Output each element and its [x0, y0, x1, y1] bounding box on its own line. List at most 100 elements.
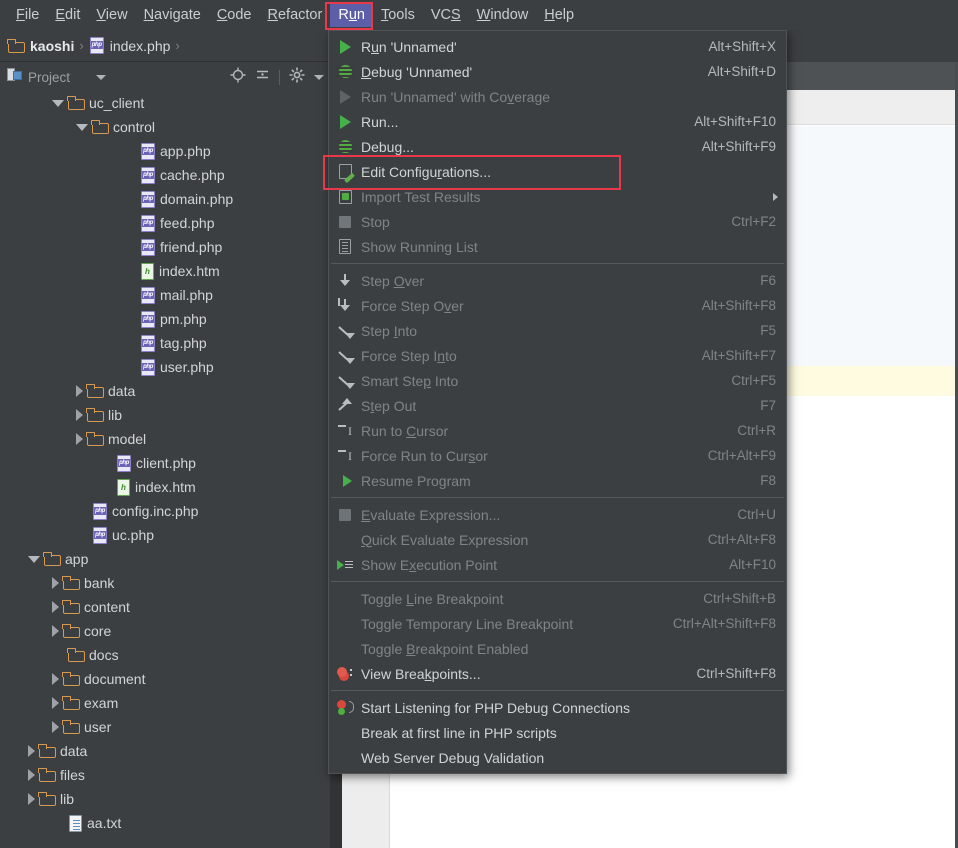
gear-icon[interactable]	[289, 67, 305, 88]
menu-item-debug-unnamed[interactable]: Debug 'Unnamed' Alt+Shift+D	[329, 59, 786, 84]
tree-node-label: user	[84, 719, 112, 735]
chevron-right-icon[interactable]	[76, 433, 83, 445]
menubar-item-navigate[interactable]: Navigate	[136, 3, 209, 27]
chevron-right-icon[interactable]	[52, 697, 59, 709]
folder-icon	[62, 624, 80, 638]
menu-item-run-unnamed[interactable]: Run 'Unnamed' Alt+Shift+X	[329, 34, 786, 59]
htm-file-icon	[140, 262, 155, 280]
tree-node-data[interactable]: data	[0, 379, 330, 403]
php-file-icon	[140, 358, 156, 376]
chevron-down-icon[interactable]	[52, 99, 64, 107]
chevron-right-icon[interactable]	[52, 721, 59, 733]
breadcrumb-item-index-php[interactable]: index.php	[89, 37, 170, 54]
tree-node-content[interactable]: content	[0, 595, 330, 619]
menu-item-toggle-line-breakpoint: Toggle Line Breakpoint Ctrl+Shift+B	[329, 586, 786, 611]
folder-icon	[62, 696, 80, 710]
menu-item-label: View Breakpoints...	[361, 665, 481, 682]
breadcrumb: kaoshi › index.php ›	[0, 30, 330, 62]
menubar-item-file[interactable]: File	[8, 3, 47, 27]
gear-chevron-icon[interactable]	[314, 74, 324, 80]
tree-node-label: lib	[108, 407, 123, 423]
tree-node-client-php[interactable]: client.php	[0, 451, 330, 475]
chevron-down-icon[interactable]	[96, 74, 107, 80]
chevron-right-icon[interactable]	[52, 673, 59, 685]
menu-item-view-breakpoints[interactable]: View Breakpoints... Ctrl+Shift+F8	[329, 661, 786, 686]
tree-node-feed-php[interactable]: feed.php	[0, 211, 330, 235]
menu-item-smart-step-into: Smart Step Into Ctrl+F5	[329, 368, 786, 393]
menubar-item-vcs[interactable]: VCS	[423, 3, 469, 27]
tree-node-index-htm[interactable]: index.htm	[0, 259, 330, 283]
chevron-right-icon[interactable]	[52, 601, 59, 613]
tree-node-exam[interactable]: exam	[0, 691, 330, 715]
menu-item-stop: Stop Ctrl+F2	[329, 209, 786, 234]
tree-node-label: bank	[84, 575, 115, 591]
tree-node-files[interactable]: files	[0, 763, 330, 787]
menu-item-label: Debug 'Unnamed'	[361, 63, 473, 80]
menu-item-label: Force Step Over	[361, 297, 464, 314]
menubar-item-window[interactable]: Window	[469, 3, 537, 27]
menu-item-label: Step Out	[361, 397, 417, 414]
tree-node-lib[interactable]: lib	[0, 403, 330, 427]
locate-icon[interactable]	[230, 67, 246, 88]
tree-node-config-inc-php[interactable]: config.inc.php	[0, 499, 330, 523]
chevron-down-icon[interactable]	[28, 555, 40, 563]
tree-node-bank[interactable]: bank	[0, 571, 330, 595]
tree-node-data[interactable]: data	[0, 739, 330, 763]
tree-node-document[interactable]: document	[0, 667, 330, 691]
collapse-all-icon[interactable]	[255, 67, 270, 87]
menubar-item-edit[interactable]: Edit	[47, 3, 88, 27]
tree-node-lib[interactable]: lib	[0, 787, 330, 811]
project-tree[interactable]: uc_clientcontrolapp.php cache.php domain.p…	[0, 91, 330, 848]
menu-item-debug[interactable]: Debug... Alt+Shift+F9	[329, 134, 786, 159]
tree-node-aa-txt[interactable]: aa.txt	[0, 811, 330, 835]
menubar-item-view[interactable]: View	[88, 3, 135, 27]
menu-item-web-server-debug-validation[interactable]: Web Server Debug Validation	[329, 745, 786, 770]
tree-node-user-php[interactable]: user.php	[0, 355, 330, 379]
tree-node-index-htm[interactable]: index.htm	[0, 475, 330, 499]
menu-item-start-listening-for-php-debug-connections[interactable]: Start Listening for PHP Debug Connection…	[329, 695, 786, 720]
edit-config-icon	[335, 162, 355, 182]
menu-item-label: Force Run to Cursor	[361, 447, 488, 464]
menu-item-shortcut: F5	[760, 323, 776, 338]
chevron-right-icon[interactable]	[28, 769, 35, 781]
chevron-right-icon[interactable]	[76, 409, 83, 421]
tree-node-mail-php[interactable]: mail.php	[0, 283, 330, 307]
none	[335, 530, 355, 550]
tree-node-docs[interactable]: docs	[0, 643, 330, 667]
stop-icon	[335, 212, 355, 232]
tree-node-user[interactable]: user	[0, 715, 330, 739]
tree-node-tag-php[interactable]: tag.php	[0, 331, 330, 355]
menu-item-force-step-into: Force Step Into Alt+Shift+F7	[329, 343, 786, 368]
tree-node-friend-php[interactable]: friend.php	[0, 235, 330, 259]
tree-node-uc-php[interactable]: uc.php	[0, 523, 330, 547]
menubar-item-refactor[interactable]: Refactor	[260, 3, 331, 27]
chevron-right-icon[interactable]	[28, 745, 35, 757]
tree-node-model[interactable]: model	[0, 427, 330, 451]
force-step-into-icon	[335, 346, 355, 366]
menubar-item-run[interactable]: Run	[330, 3, 373, 27]
tree-node-core[interactable]: core	[0, 619, 330, 643]
chevron-right-icon[interactable]	[52, 625, 59, 637]
main-menu-bar: File Edit View Navigate Code Refactor Run Tools…	[0, 0, 958, 30]
tree-node-uc_client[interactable]: uc_client	[0, 91, 330, 115]
menu-item-edit-configurations[interactable]: Edit Configurations...	[329, 159, 786, 184]
tree-node-app[interactable]: app	[0, 547, 330, 571]
tree-node-pm-php[interactable]: pm.php	[0, 307, 330, 331]
tree-node-domain-php[interactable]: domain.php	[0, 187, 330, 211]
chevron-right-icon[interactable]	[52, 577, 59, 589]
menubar-item-help[interactable]: Help	[536, 3, 582, 27]
menu-item-break-at-first-line-in-php-scripts[interactable]: Break at first line in PHP scripts	[329, 720, 786, 745]
run-menu-dropdown[interactable]: Run 'Unnamed' Alt+Shift+X Debug 'Unnamed' A…	[328, 30, 787, 774]
chevron-down-icon[interactable]	[76, 123, 88, 131]
breadcrumb-item-kaoshi[interactable]: kaoshi	[7, 38, 74, 54]
chevron-right-icon[interactable]	[76, 385, 83, 397]
menubar-item-tools[interactable]: Tools	[373, 3, 423, 27]
tree-node-label: data	[60, 743, 88, 759]
tree-node-app-php[interactable]: app.php	[0, 139, 330, 163]
tree-node-cache-php[interactable]: cache.php	[0, 163, 330, 187]
menubar-item-code[interactable]: Code	[209, 3, 260, 27]
menu-item-shortcut: Ctrl+Alt+F9	[707, 448, 776, 463]
chevron-right-icon[interactable]	[28, 793, 35, 805]
menu-item-run[interactable]: Run... Alt+Shift+F10	[329, 109, 786, 134]
tree-node-control[interactable]: control	[0, 115, 330, 139]
